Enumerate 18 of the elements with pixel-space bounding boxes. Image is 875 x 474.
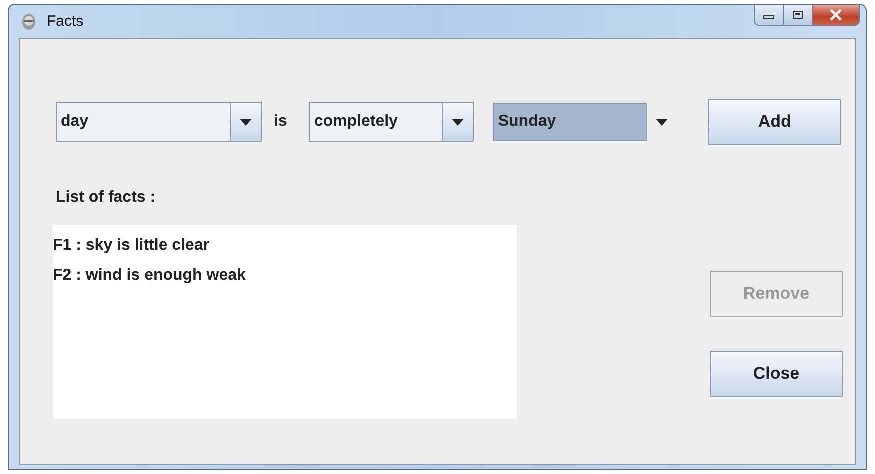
window-title: Facts <box>47 13 84 30</box>
maximize-icon <box>792 10 804 20</box>
minimize-button[interactable] <box>755 5 784 25</box>
fact-item[interactable]: F1 : sky is little clear <box>53 231 210 261</box>
action-button[interactable]: Close <box>710 351 843 397</box>
close-button[interactable] <box>813 5 859 25</box>
dropdown-arrow-icon <box>452 118 464 126</box>
connector-label: is <box>274 113 288 131</box>
dropdown-arrow-icon <box>656 118 668 126</box>
list-label: List of facts : <box>56 189 157 208</box>
dropdown-arrow-icon <box>240 118 252 126</box>
close-icon <box>829 9 843 21</box>
app-icon <box>21 12 37 30</box>
action-button[interactable]: Add <box>708 99 842 145</box>
dropdown[interactable]: completely <box>309 102 474 142</box>
dropdown[interactable]: day <box>56 102 262 142</box>
maximize-button[interactable] <box>784 5 813 25</box>
fact-item[interactable]: F2 : wind is enough weak <box>53 261 246 291</box>
